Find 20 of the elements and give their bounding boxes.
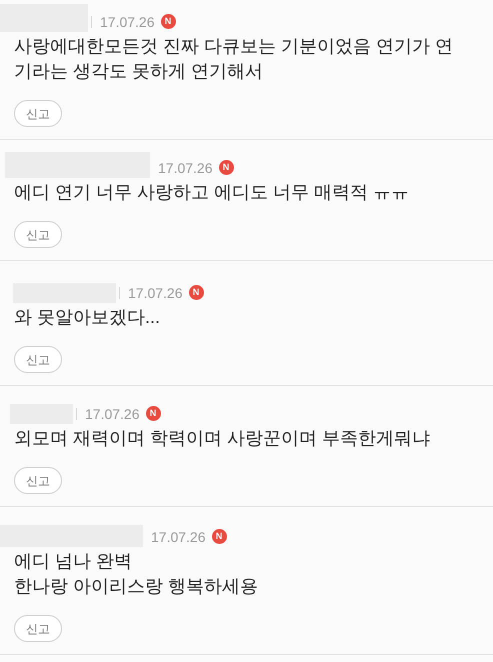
new-badge: N (146, 406, 160, 421)
comment-text: 에디 연기 너무 사랑하고 에디도 너무 매력적 ㅠㅠ (14, 181, 410, 204)
report-button[interactable]: 신고 (14, 100, 62, 127)
comment-text: 에디 넘나 완벽 한나랑 아이리스랑 행복하세용 (14, 550, 258, 598)
comment-text: 외모며 재력이며 학력이며 사랑꾼이며 부족한게뭐냐 (14, 427, 430, 450)
comment-date: 17.07.26 (158, 159, 212, 177)
new-badge: N (218, 160, 234, 175)
new-badge: N (188, 285, 204, 300)
report-button[interactable]: 신고 (14, 467, 62, 494)
comment-date: 17.07.26 (151, 528, 206, 546)
comment-date: 17.07.26 (128, 284, 182, 302)
report-button[interactable]: 신고 (14, 346, 62, 373)
comment-text: 와 못알아보겠다... (14, 306, 160, 329)
report-button[interactable]: 신고 (14, 221, 62, 248)
new-badge: N (160, 14, 176, 29)
comment-date: 17.07.26 (85, 405, 140, 423)
comment-date: 17.07.26 (100, 13, 154, 31)
new-badge: N (212, 529, 226, 544)
comment-text: 사랑에대한모든것 진짜 다큐보는 기분이었음 연기가 연 기라는 생각도 못하게 연기해서 (14, 35, 454, 83)
report-button[interactable]: 신고 (14, 615, 62, 642)
